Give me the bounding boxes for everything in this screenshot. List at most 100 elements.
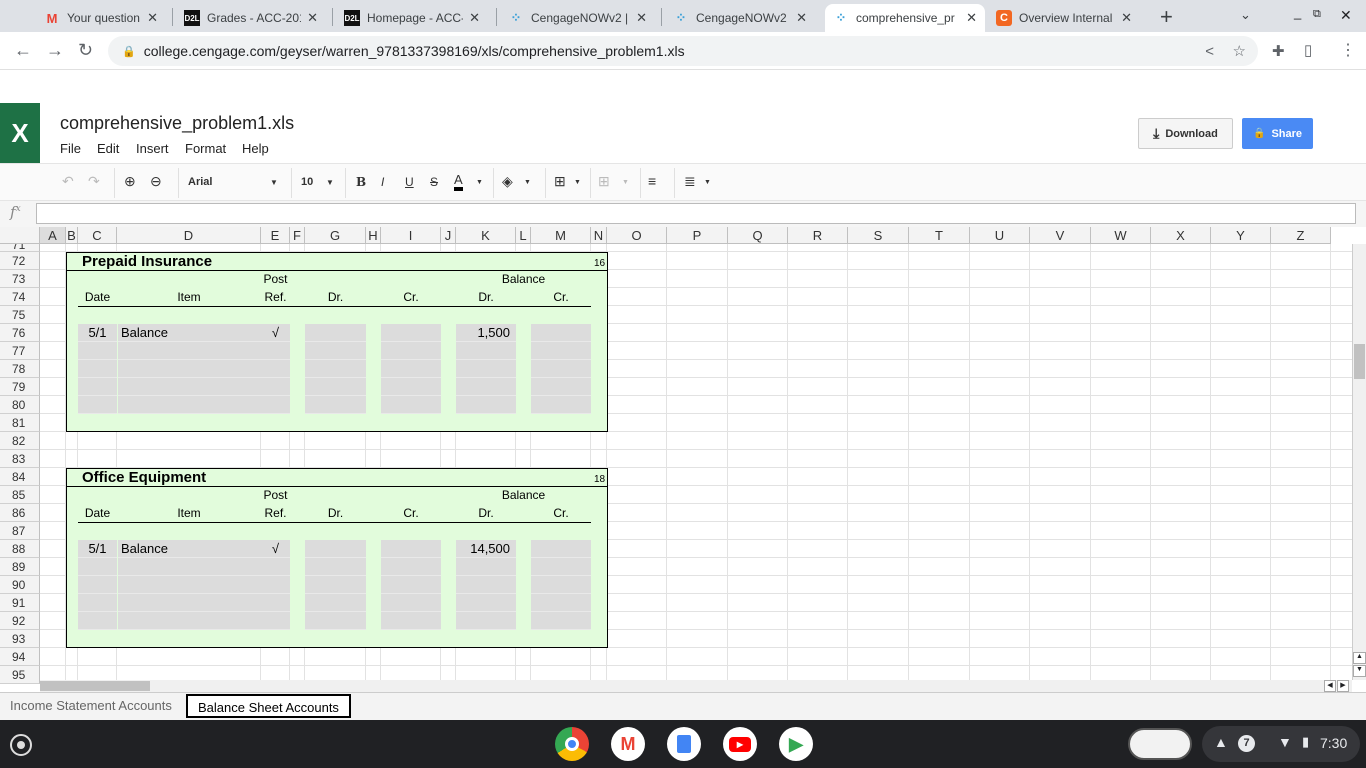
column-header[interactable]: L	[516, 227, 531, 244]
ledger-input-cell[interactable]	[456, 594, 516, 612]
minimize-button[interactable]: _	[1294, 5, 1301, 20]
column-header[interactable]: N	[591, 227, 607, 244]
ledger-input-cell[interactable]	[456, 576, 516, 594]
select-all-corner[interactable]	[0, 227, 40, 244]
browser-tab[interactable]: ⁘ comprehensive_pr ✕	[825, 4, 985, 32]
ledger-input-cell[interactable]	[305, 540, 366, 558]
browser-tab[interactable]: C Overview Internal ✕	[988, 4, 1140, 32]
horizontal-scrollbar[interactable]: ◀ ▶	[40, 680, 1352, 692]
vertical-scrollbar[interactable]: ▲ ▼	[1352, 244, 1366, 680]
row-header[interactable]: 83	[0, 450, 40, 468]
row-header[interactable]: 76	[0, 324, 40, 342]
column-header[interactable]: V	[1030, 227, 1091, 244]
ledger-input-cell[interactable]	[531, 342, 591, 360]
column-header[interactable]: R	[788, 227, 848, 244]
ledger-input-cell[interactable]	[305, 612, 366, 630]
column-header[interactable]: Y	[1211, 227, 1271, 244]
ledger-input-cell[interactable]	[305, 324, 366, 342]
column-header[interactable]: M	[531, 227, 591, 244]
ledger-input-cell[interactable]	[456, 378, 516, 396]
row-header[interactable]: 89	[0, 558, 40, 576]
ledger-input-cell[interactable]	[261, 594, 290, 612]
close-tab-icon[interactable]: ✕	[307, 10, 318, 26]
column-header[interactable]: P	[667, 227, 728, 244]
menu-insert[interactable]: Insert	[136, 141, 169, 156]
close-tab-icon[interactable]: ✕	[636, 10, 647, 26]
horizontal-scroll-thumb[interactable]	[40, 681, 150, 691]
row-header[interactable]: 73	[0, 270, 40, 288]
column-header[interactable]: E	[261, 227, 290, 244]
ledger-input-cell[interactable]: 14,500	[456, 540, 516, 558]
merge-cells-icon[interactable]: ⊞	[598, 173, 610, 190]
ledger-input-cell[interactable]	[531, 396, 591, 414]
vertical-scroll-thumb[interactable]	[1354, 344, 1365, 379]
ledger-input-cell[interactable]	[78, 378, 117, 396]
browser-tab[interactable]: D2L Grades - ACC-201- ✕	[176, 4, 326, 32]
browser-tab[interactable]: ⁘ CengageNOWv2 | ✕	[500, 4, 655, 32]
ledger-input-cell[interactable]	[531, 378, 591, 396]
font-size-select[interactable]: 10	[301, 176, 313, 188]
chrome-app-icon[interactable]	[555, 727, 589, 761]
ledger-input-cell[interactable]	[305, 378, 366, 396]
docs-app-icon[interactable]	[667, 727, 701, 761]
ledger-input-cell[interactable]	[381, 360, 441, 378]
ledger-input-cell[interactable]	[531, 594, 591, 612]
row-header[interactable]: 77	[0, 342, 40, 360]
ledger-input-cell[interactable]	[261, 558, 290, 576]
ledger-input-cell[interactable]	[456, 342, 516, 360]
font-color-icon[interactable]: A	[454, 173, 463, 191]
close-tab-icon[interactable]: ✕	[469, 10, 480, 26]
ledger-input-cell[interactable]	[305, 576, 366, 594]
back-icon[interactable]: ←	[14, 40, 32, 61]
extensions-icon[interactable]: ✚	[1272, 42, 1285, 60]
ledger-input-cell[interactable]	[381, 612, 441, 630]
ledger-input-cell[interactable]	[118, 558, 261, 576]
row-header[interactable]: 94	[0, 648, 40, 666]
row-header[interactable]: 91	[0, 594, 40, 612]
zoom-out-icon[interactable]: ⊖	[150, 173, 162, 190]
row-header[interactable]: 75	[0, 306, 40, 324]
font-select[interactable]: Arial	[188, 176, 212, 188]
column-header[interactable]: Q	[728, 227, 788, 244]
ledger-input-cell[interactable]: Balance	[118, 540, 261, 558]
ledger-input-cell[interactable]: √	[261, 540, 290, 558]
scroll-left-arrow[interactable]: ◀	[1324, 680, 1336, 692]
ledger-input-cell[interactable]	[381, 576, 441, 594]
forward-icon[interactable]: →	[46, 40, 64, 61]
ledger-input-cell[interactable]	[531, 324, 591, 342]
row-header[interactable]: 74	[0, 288, 40, 306]
align-left-icon[interactable]: ≣	[684, 173, 696, 190]
ledger-input-cell[interactable]	[78, 576, 117, 594]
ledger-input-cell[interactable]	[381, 540, 441, 558]
row-header[interactable]: 92	[0, 612, 40, 630]
share-icon[interactable]: <	[1205, 43, 1214, 60]
scroll-up-arrow[interactable]: ▲	[1353, 652, 1366, 664]
undo-icon[interactable]: ↶	[62, 173, 74, 190]
scroll-right-arrow[interactable]: ▶	[1337, 680, 1349, 692]
ledger-input-cell[interactable]	[381, 594, 441, 612]
launcher-icon[interactable]	[10, 734, 32, 756]
ledger-input-cell[interactable]	[118, 342, 261, 360]
row-header[interactable]: 84	[0, 468, 40, 486]
chevron-down-icon[interactable]: ▼	[270, 178, 278, 187]
close-tab-icon[interactable]: ✕	[1121, 10, 1132, 26]
ledger-input-cell[interactable]	[456, 396, 516, 414]
fill-color-icon[interactable]: ◈	[502, 173, 513, 190]
ledger-input-cell[interactable]	[261, 612, 290, 630]
sheet-tab-balance-sheet[interactable]: Balance Sheet Accounts	[186, 694, 351, 718]
borders-icon[interactable]: ⊞	[554, 173, 566, 190]
row-header[interactable]: 87	[0, 522, 40, 540]
column-header[interactable]: W	[1091, 227, 1151, 244]
ledger-input-cell[interactable]	[78, 360, 117, 378]
ledger-input-cell[interactable]	[531, 576, 591, 594]
ledger-input-cell[interactable]	[118, 396, 261, 414]
scroll-down-arrow[interactable]: ▼	[1353, 665, 1366, 677]
play-store-app-icon[interactable]: ▶	[779, 727, 813, 761]
bold-icon[interactable]: B	[356, 175, 366, 189]
menu-help[interactable]: Help	[242, 141, 269, 156]
youtube-app-icon[interactable]: ▶	[723, 727, 757, 761]
ledger-input-cell[interactable]	[531, 360, 591, 378]
row-header[interactable]: 95	[0, 666, 40, 684]
ledger-input-cell[interactable]	[78, 396, 117, 414]
row-header[interactable]: 79	[0, 378, 40, 396]
